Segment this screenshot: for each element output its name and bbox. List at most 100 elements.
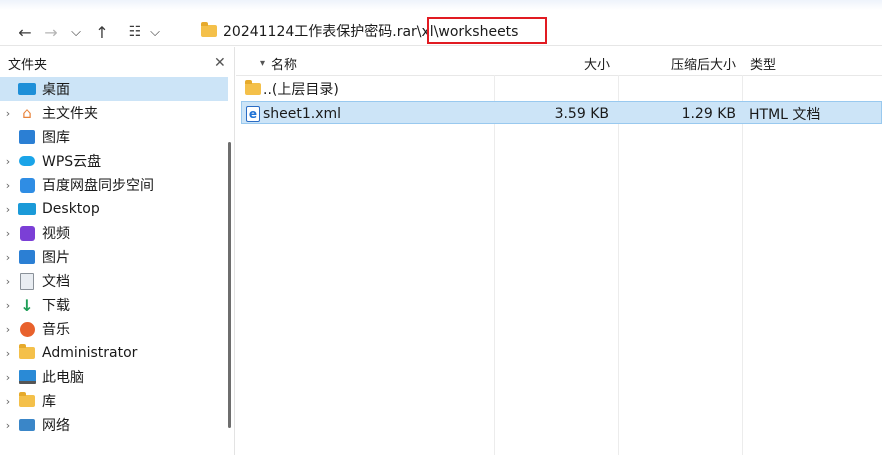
sidebar-item-label: 图片 [42, 250, 70, 266]
column-divider [742, 75, 743, 455]
column-header-row: ▾ 名称 大小 压缩后大小 类型 [236, 51, 882, 76]
view-icon: ☷ [128, 24, 142, 40]
chevron-right-icon[interactable]: › [0, 227, 16, 240]
file-type: HTML 文档 [749, 106, 821, 123]
sidebar-item-label: 网络 [42, 418, 70, 434]
document-icon [18, 272, 36, 290]
sidebar-item-libraries[interactable]: › 库 [0, 389, 228, 413]
up-arrow-icon: ↑ [95, 22, 109, 42]
sidebar-item-label: 下载 [42, 298, 70, 314]
chevron-right-icon[interactable]: › [0, 323, 16, 336]
column-header-type[interactable]: 类型 [750, 51, 776, 75]
back-button[interactable]: ← [14, 20, 36, 44]
sidebar-item-label: 音乐 [42, 322, 70, 338]
sidebar-item-home[interactable]: › ⌂ 主文件夹 [0, 101, 228, 125]
chevron-right-icon[interactable]: › [0, 371, 16, 384]
chevron-right-icon[interactable]: › [0, 179, 16, 192]
desktop-folder-icon [18, 201, 36, 217]
close-icon[interactable]: ✕ [214, 55, 226, 71]
file-name-cell: ..(上层目录) [245, 77, 339, 100]
sidebar-item-administrator[interactable]: › Administrator [0, 341, 228, 365]
view-button[interactable]: ☷ [124, 20, 146, 44]
chevron-down-icon: ⌵ [71, 24, 81, 40]
chevron-right-icon[interactable]: › [0, 395, 16, 408]
file-name-cell: e sheet1.xml [246, 102, 341, 125]
sidebar-item-label: Administrator [42, 345, 138, 361]
music-icon [18, 321, 36, 337]
folder-pane: 文件夹 ✕ 桌面 › ⌂ 主文件夹 图库 › WPS云盘 › 百度网盘同步空间 … [0, 47, 234, 455]
up-button[interactable]: ↑ [92, 20, 112, 44]
cloud-icon [18, 153, 36, 169]
title-strip [0, 0, 882, 10]
sidebar-item-documents[interactable]: › 文档 [0, 269, 228, 293]
chevron-right-icon[interactable]: › [0, 347, 16, 360]
list-item-sheet1-xml[interactable]: e sheet1.xml 3.59 KB 1.29 KB HTML 文档 [241, 101, 882, 124]
pane-divider[interactable] [234, 47, 235, 455]
baidu-icon [18, 177, 36, 193]
sidebar-item-network[interactable]: › 网络 [0, 413, 228, 437]
chevron-right-icon[interactable]: › [0, 155, 16, 168]
column-header-compressed-size[interactable]: 压缩后大小 [620, 51, 736, 75]
folder-icon [201, 22, 217, 37]
desktop-icon [18, 81, 36, 97]
chevron-right-icon[interactable]: › [0, 251, 16, 264]
sidebar-item-label: 库 [42, 394, 56, 410]
sidebar-item-label: 文档 [42, 274, 70, 290]
sidebar-item-music[interactable]: › 音乐 [0, 317, 228, 341]
chevron-down-icon: ⌵ [150, 24, 160, 40]
folder-icon [18, 344, 36, 361]
library-icon [18, 392, 36, 409]
video-icon [18, 225, 36, 241]
sidebar-item-downloads[interactable]: › ↓ 下载 [0, 293, 228, 317]
chevron-right-icon[interactable]: › [0, 203, 16, 216]
gallery-icon [18, 129, 36, 145]
sidebar-item-this-pc[interactable]: › 此电脑 [0, 365, 228, 389]
html-file-icon: e [246, 105, 260, 122]
sidebar-item-label: 主文件夹 [42, 106, 98, 122]
file-compressed-size: 1.29 KB [681, 105, 736, 122]
column-header-size[interactable]: 大小 [496, 51, 610, 75]
sidebar-item-desktop[interactable]: 桌面 [0, 77, 228, 101]
sidebar-item-label: Desktop [42, 201, 100, 217]
sidebar-item-gallery[interactable]: 图库 [0, 125, 228, 149]
highlight-annotation [427, 17, 547, 44]
network-icon [18, 417, 36, 433]
chevron-right-icon[interactable]: › [0, 299, 16, 312]
forward-button[interactable]: → [40, 20, 62, 44]
file-size: 3.59 KB [554, 105, 609, 122]
home-icon: ⌂ [22, 104, 32, 122]
sidebar-item-label: 百度网盘同步空间 [42, 178, 154, 194]
column-divider [618, 75, 619, 455]
download-icon: ↓ [20, 295, 34, 315]
sidebar-item-label: 此电脑 [42, 370, 84, 386]
sort-arrow-icon: ▾ [260, 57, 266, 69]
recent-locations-button[interactable]: ⌵ [66, 20, 86, 44]
folder-pane-title: 文件夹 [8, 57, 48, 73]
column-divider [494, 75, 495, 455]
sidebar-item-baidu-sync[interactable]: › 百度网盘同步空间 [0, 173, 228, 197]
chevron-right-icon[interactable]: › [0, 107, 16, 120]
view-dropdown[interactable]: ⌵ [148, 20, 162, 44]
sidebar-item-wps-cloud[interactable]: › WPS云盘 [0, 149, 228, 173]
sidebar-item-label: 视频 [42, 226, 70, 242]
folder-pane-header: 文件夹 ✕ [0, 51, 234, 75]
file-name: sheet1.xml [263, 105, 342, 122]
back-arrow-icon: ← [18, 22, 32, 42]
column-header-name[interactable]: 名称 [271, 51, 297, 75]
sidebar-item-videos[interactable]: › 视频 [0, 221, 228, 245]
folder-icon [245, 79, 261, 95]
sidebar-item-label: 图库 [42, 130, 70, 146]
forward-arrow-icon: → [44, 22, 58, 42]
sidebar-item-label: WPS云盘 [42, 154, 102, 170]
chevron-right-icon[interactable]: › [0, 275, 16, 288]
picture-icon [18, 249, 36, 265]
chevron-right-icon[interactable]: › [0, 419, 16, 432]
list-item-parent-directory[interactable]: ..(上层目录) [241, 77, 882, 100]
file-name: ..(上层目录) [263, 81, 339, 98]
sidebar-item-desktop-folder[interactable]: › Desktop [0, 197, 228, 221]
sidebar-scrollbar[interactable] [228, 142, 231, 428]
file-list: ▾ 名称 大小 压缩后大小 类型 ..(上层目录) e sheet1.xml 3… [236, 47, 882, 455]
sidebar-item-pictures[interactable]: › 图片 [0, 245, 228, 269]
sidebar-item-label: 桌面 [42, 82, 70, 98]
computer-icon [18, 369, 36, 385]
